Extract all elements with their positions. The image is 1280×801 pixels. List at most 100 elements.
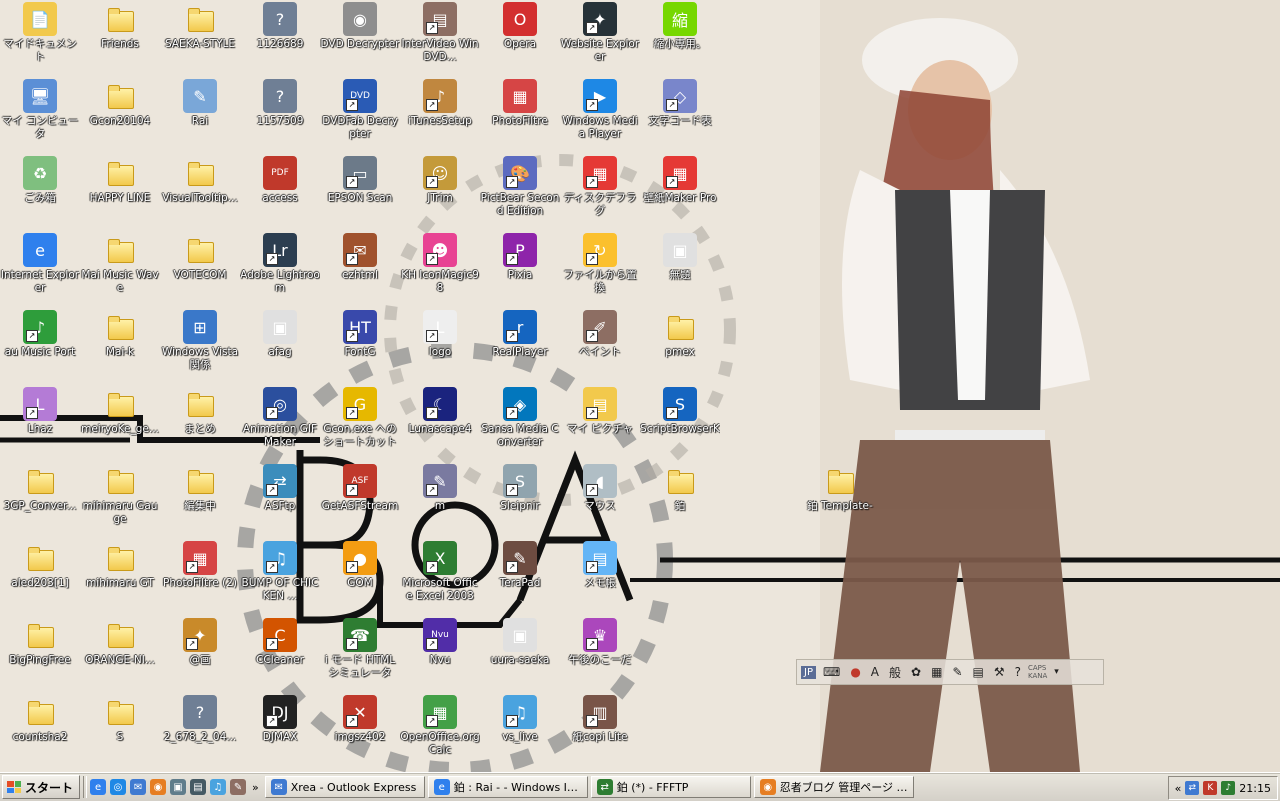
desktop-icon[interactable]: ♪ ↗ au Music Port (0, 308, 80, 385)
antivirus-icon[interactable]: K (1203, 781, 1218, 795)
desktop-icon[interactable]: X ↗ Microsoft Office Excel 2003 (400, 539, 480, 616)
desktop-icon[interactable]: P ↗ Pixia (480, 231, 560, 308)
show-desktop-icon[interactable]: ▣ (170, 779, 187, 795)
desktop-icon[interactable]: VisualTooltip... (160, 154, 240, 231)
desktop-icon[interactable]: O Opera (480, 0, 560, 77)
desktop-icon[interactable]: ▣ 無題 (640, 231, 720, 308)
desktop-icon[interactable]: 縮縮小専用。 (640, 0, 720, 77)
desktop-icon[interactable]: Friends (80, 0, 160, 77)
desktop-icon[interactable]: ▦ ↗ OpenOffice.org Calc (400, 693, 480, 770)
desktop-icon[interactable]: ✕ ↗ imgsz402 (320, 693, 400, 770)
desktop-icon[interactable]: ▭ ↗ EPSON Scan (320, 154, 400, 231)
desktop-icon[interactable]: VOTECOM (160, 231, 240, 308)
tools-icon[interactable]: ✿ (908, 664, 924, 680)
desktop-icon[interactable]: ▤ ↗ InterVideo WinDVD... (400, 0, 480, 77)
desktop-icon[interactable]: PDF access (240, 154, 320, 231)
desktop-icon[interactable]: まとめ (160, 385, 240, 462)
quick-launch-chevron[interactable]: » (252, 781, 259, 794)
desktop-icon[interactable]: ▦ ↗ PhotoFiltre (2) (160, 539, 240, 616)
desktop-icon[interactable]: ✉ ↗ ezhtml (320, 231, 400, 308)
desktop-icon[interactable]: DJ ↗ DJMAX (240, 693, 320, 770)
desktop-icon[interactable]: ▦ PhotoFiltre (480, 77, 560, 154)
desktop-icon[interactable]: ☻ ↗ KH IconMagic98 (400, 231, 480, 308)
firefox-icon[interactable]: ◉ (150, 779, 167, 795)
desktop-icon[interactable]: BigPingFree (0, 616, 80, 693)
desktop-icon[interactable]: Nvu ↗ Nvu (400, 616, 480, 693)
desktop-icon[interactable]: ♪ ↗ iTunesSetup (400, 77, 480, 154)
desktop-icon[interactable]: pmex (640, 308, 720, 385)
desktop-icon[interactable]: ✐ ↗ ペイント (560, 308, 640, 385)
desktop-icon[interactable]: ☾ ↗ Lunascape4 (400, 385, 480, 462)
desktop-icon[interactable]: ♛ ↗ 午後のこーだ (560, 616, 640, 693)
desktop-icon[interactable]: 鉑 Template- (800, 462, 880, 539)
language-bar-options-icon[interactable]: ▾ (1051, 666, 1062, 678)
desktop-icon[interactable]: L ↗ logo (400, 308, 480, 385)
desktop-icon[interactable]: r ↗ RealPlayer (480, 308, 560, 385)
desktop-icon[interactable]: S ↗ ScriptBrowserK (640, 385, 720, 462)
browser-icon[interactable]: ◎ (110, 779, 127, 795)
desktop-icon[interactable]: ✦ ↗ @画 (160, 616, 240, 693)
desktop-icon[interactable]: ORANGE-NI... (80, 616, 160, 693)
desktop-icon[interactable]: C ↗ CCleaner (240, 616, 320, 693)
desktop-icon[interactable]: ◎ ↗ Animation GIF Maker (240, 385, 320, 462)
pad-icon[interactable]: ▦ (928, 664, 945, 680)
desktop-icon[interactable]: ASF ↗ GetASFStream (320, 462, 400, 539)
desktop-icon[interactable]: ☎ ↗ i モード HTML シミュレータ (320, 616, 400, 693)
desktop-icon[interactable]: ◉ DVD Decrypter (320, 0, 400, 77)
desktop-icon[interactable]: ▤ ↗ メモ帳 (560, 539, 640, 616)
desktop-icon[interactable]: SAEKA-STYLE (160, 0, 240, 77)
desktop-icon[interactable]: L ↗ Lhaz (0, 385, 80, 462)
desktop-icon[interactable]: ● ↗ GOM (320, 539, 400, 616)
desktop-icon[interactable]: Lr ↗ Adobe Lightroom (240, 231, 320, 308)
desktop-icon[interactable]: ▣ afag (240, 308, 320, 385)
volume-icon[interactable]: ♪ (1221, 781, 1236, 795)
desktop-icon[interactable]: S (80, 693, 160, 770)
desktop-icon[interactable]: ▣ uura-saeka (480, 616, 560, 693)
keyboard-icon[interactable]: ⌨ (820, 664, 843, 680)
internet-explorer-icon[interactable]: e (90, 779, 107, 795)
desktop-icon[interactable]: ◇ ↗ 文字コード表 (640, 77, 720, 154)
desktop-icon[interactable]: ♫ ↗ vs_live (480, 693, 560, 770)
desktop-icon[interactable]: aled203[1] (0, 539, 80, 616)
desktop-icon[interactable]: G ↗ Gcon.exe へのショートカット (320, 385, 400, 462)
desktop-icon[interactable]: ✎ ↗ m (400, 462, 480, 539)
outlook-express-icon[interactable]: ✉ (130, 779, 147, 795)
desktop-icon[interactable]: ▤ ↗ マイ ピクチャ (560, 385, 640, 462)
desktop-icon[interactable]: ▦ ↗ 壁紙Maker Pro (640, 154, 720, 231)
desktop-icon[interactable]: ▶ ↗ Windows Media Player (560, 77, 640, 154)
desktop-icon[interactable]: ▥ ↗ 紙copi Lite (560, 693, 640, 770)
desktop-icon[interactable]: mihimaru GT (80, 539, 160, 616)
taskbar-window-button[interactable]: e鉑 : Rai - - Windows In... (427, 776, 588, 798)
desktop-icon[interactable]: Mai-k (80, 308, 160, 385)
desktop-icon[interactable]: 🖥 マイ コンピュータ (0, 77, 80, 154)
desktop-icon[interactable]: ✎ ↗ TeraPad (480, 539, 560, 616)
desktop-icon[interactable]: ? 1126689 (240, 0, 320, 77)
network-icon[interactable]: ⇄ (1185, 781, 1200, 795)
desktop-icon[interactable]: countsha2 (0, 693, 80, 770)
desktop-icon[interactable]: ↻ ↗ ファイルから置換 (560, 231, 640, 308)
input-mode-a-button[interactable]: A (868, 664, 882, 680)
desktop-icon[interactable]: 3GP_Conver... (0, 462, 80, 539)
language-bar[interactable]: JP ⌨ ● A 般 ✿ ▦ ✎ ▤ ⚒ ? CAPS KANA ▾ (796, 659, 1104, 685)
desktop-icon[interactable]: ✎ Rai (160, 77, 240, 154)
desktop-icon[interactable]: ☺ ↗ JTrim (400, 154, 480, 231)
desktop-icon[interactable]: ⊞ Windows Vista 関係 (160, 308, 240, 385)
desktop-icon[interactable]: ◈ ↗ Sansa Media Converter (480, 385, 560, 462)
taskbar-window-button[interactable]: ◉ 忍者ブログ 管理ページ - ... (753, 776, 914, 798)
desktop-icon[interactable]: Gcon20104 (80, 77, 160, 154)
file-manager-icon[interactable]: ▤ (190, 779, 207, 795)
conversion-mode-button[interactable]: 般 (886, 663, 904, 682)
desktop-icon[interactable]: ✦ ↗ Website Explorer (560, 0, 640, 77)
tool-icon[interactable]: ✎ (230, 779, 247, 795)
desktop-icon[interactable]: HT ↗ FontG (320, 308, 400, 385)
clock[interactable]: 21:15 (1239, 782, 1271, 795)
desktop-icon[interactable]: Mai Music Wave (80, 231, 160, 308)
desktop-icon[interactable]: ? 1157509 (240, 77, 320, 154)
itunes-icon[interactable]: ♫ (210, 779, 227, 795)
start-button[interactable]: スタート (2, 775, 81, 799)
desktop-icon[interactable]: ♫ ↗ BUMP OF CHICKEN ... (240, 539, 320, 616)
desktop-icon[interactable]: 📄 マイドキュメント (0, 0, 80, 77)
desktop-icon[interactable]: ▦ ↗ ディスクデフラグ (560, 154, 640, 231)
dictionary-icon[interactable]: ✎ (949, 664, 965, 680)
desktop-icon[interactable]: DVD ↗ DVDFab Decrypter (320, 77, 400, 154)
